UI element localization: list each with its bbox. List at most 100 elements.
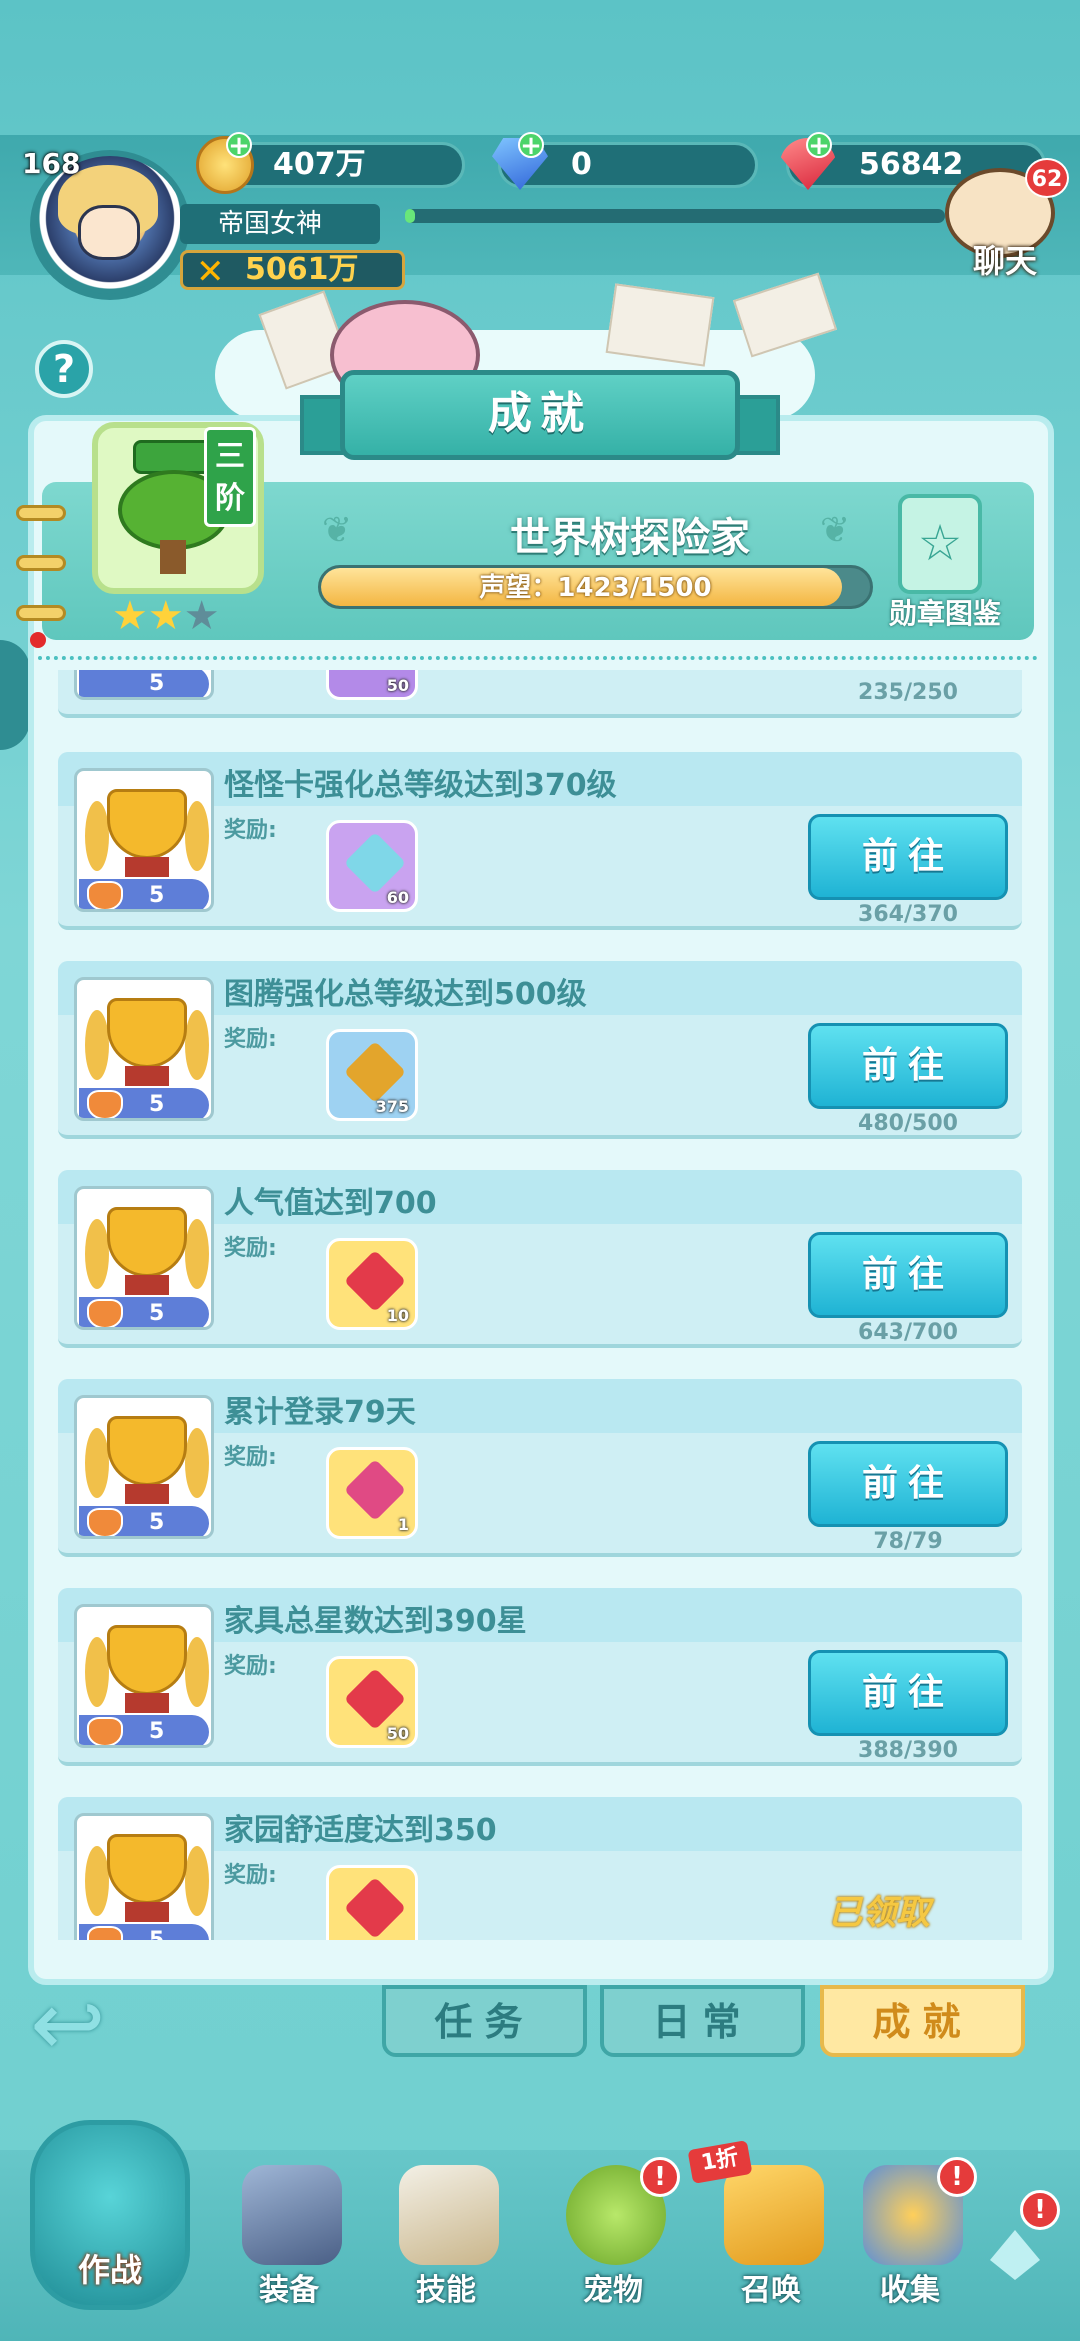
- binder-ring: [16, 555, 66, 571]
- reward-gem: [343, 1458, 407, 1522]
- alert-badge: !: [1020, 2190, 1060, 2230]
- reward-count: 60: [386, 888, 409, 907]
- tab-daily[interactable]: 日常: [600, 1985, 805, 2057]
- prestige-points-icon: [87, 1299, 123, 1327]
- reward-count: 50: [386, 1724, 409, 1743]
- add-diamond-button[interactable]: +: [518, 132, 544, 159]
- prestige-points-icon: [87, 1717, 123, 1745]
- nav-label: 宠物: [583, 2273, 643, 2308]
- treasure-chest-icon[interactable]: 1: [326, 1447, 418, 1539]
- trophy-icon: 5: [74, 1813, 214, 1940]
- achievement-list[interactable]: 5 50 235/250 怪怪卡强化总等级达到370级 奖励: 5 60 前往 364/3…: [42, 670, 1038, 1940]
- chat-label: 聊天: [972, 242, 1037, 280]
- laurel-right: [185, 1637, 209, 1707]
- binder-ring: [16, 505, 66, 521]
- reward-label: 奖励:: [224, 1654, 277, 1679]
- goto-button[interactable]: 前往: [808, 1441, 1008, 1527]
- laurel-right: [185, 1428, 209, 1498]
- reward-gem: [343, 1667, 407, 1731]
- achievement-title: 人气值达到700: [224, 1186, 437, 1221]
- reward-label: 奖励:: [224, 1445, 277, 1470]
- add-ruby-button[interactable]: +: [806, 132, 832, 159]
- watering-can-icon: [133, 440, 215, 474]
- player-name: 帝国女神: [180, 204, 380, 244]
- nav-item-summon[interactable]: 召唤: [706, 2165, 836, 2315]
- tree-trunk: [160, 540, 186, 574]
- reward-count: 50: [386, 676, 409, 695]
- trophy-cup: [107, 1207, 187, 1277]
- trophy-base: [125, 1902, 169, 1922]
- hero-portrait-icon: [78, 205, 140, 260]
- prestige-label: 声望：1423/1500: [479, 573, 712, 603]
- achievement-title: 怪怪卡强化总等级达到370级: [224, 768, 617, 803]
- achievement-row: 图腾强化总等级达到500级 奖励: 5 375 前往 480/500: [58, 961, 1022, 1139]
- goto-button[interactable]: 前往: [808, 1650, 1008, 1736]
- trophy-icon: 5: [74, 768, 214, 912]
- spellbook-icon: [399, 2165, 499, 2265]
- nav-item-collection[interactable]: ! 收集: [845, 2157, 977, 2315]
- divider: [38, 656, 1038, 660]
- alert-badge: !: [640, 2157, 680, 2197]
- claimed-label: 已领取: [828, 1893, 930, 1933]
- laurel-left-icon: ❦: [322, 510, 353, 551]
- tab-achievements[interactable]: 成就: [820, 1985, 1025, 2057]
- achievement-progress: 643/700: [858, 1320, 958, 1345]
- reward-label: 奖励:: [224, 1863, 277, 1888]
- nav-item-pets[interactable]: ! 宠物: [548, 2157, 680, 2315]
- reward-gem: [343, 831, 407, 895]
- trophy-cup: [107, 998, 187, 1068]
- reward-gem: [343, 1876, 407, 1940]
- ruby-gem-icon[interactable]: 10: [326, 1238, 418, 1330]
- trophy-base: [125, 857, 169, 877]
- achievement-title: 图腾强化总等级达到500级: [224, 977, 587, 1012]
- crossed-swords-icon: ✕: [196, 252, 225, 292]
- star-filled-icon: ★: [147, 593, 184, 639]
- medal-book-label[interactable]: 勋章图鉴: [880, 592, 1010, 630]
- laurel-right: [185, 1846, 209, 1916]
- achievement-progress: 388/390: [858, 1738, 958, 1763]
- nav-item-skills[interactable]: 技能: [381, 2165, 511, 2315]
- achievement-row: 人气值达到700 奖励: 5 10 前往 643/700: [58, 1170, 1022, 1348]
- nav-item-equipment[interactable]: 装备: [224, 2165, 354, 2315]
- binder-ring: [16, 605, 66, 621]
- player-level: 168: [22, 147, 81, 180]
- achievement-row: 家具总星数达到390星 奖励: 5 50 前往 388/390: [58, 1588, 1022, 1766]
- cannon-icon: [242, 2165, 342, 2265]
- reward-item[interactable]: 50: [326, 670, 418, 700]
- trophy-icon: 5: [74, 1395, 214, 1539]
- trophy-icon: 5: [74, 977, 214, 1121]
- goto-button[interactable]: 前往: [808, 1023, 1008, 1109]
- paper-decoration: [732, 272, 838, 358]
- laurel-left: [85, 801, 109, 871]
- laurel-right: [185, 1219, 209, 1289]
- trophy-icon: 5: [74, 1604, 214, 1748]
- medal-book-icon[interactable]: ☆: [898, 494, 982, 594]
- goto-button[interactable]: 前往: [808, 814, 1008, 900]
- achievement-title: 家园舒适度达到350: [224, 1813, 497, 1848]
- trophy-base: [125, 1484, 169, 1504]
- back-arrow-icon[interactable]: ↩: [30, 1980, 140, 2075]
- reward-gem: [343, 1249, 407, 1313]
- crystal-cluster-icon[interactable]: 60: [326, 820, 418, 912]
- goto-button[interactable]: 前往: [808, 1232, 1008, 1318]
- ruby-gem-icon[interactable]: [326, 1865, 418, 1940]
- trophy-base: [125, 1275, 169, 1295]
- tab-tasks[interactable]: 任务: [382, 1985, 587, 2057]
- prestige-points-icon: [87, 1508, 123, 1536]
- totem-stone-icon[interactable]: 375: [326, 1029, 418, 1121]
- star-empty-icon: ★: [183, 593, 220, 639]
- experience-bar: [405, 209, 945, 223]
- nav-battle-label[interactable]: 作战: [30, 2245, 190, 2291]
- reward-count: 10: [386, 1306, 409, 1325]
- achievement-points: 5: [79, 670, 209, 697]
- help-button[interactable]: ?: [35, 340, 93, 398]
- achievement-progress: 78/79: [873, 1529, 943, 1554]
- nav-label: 技能: [416, 2273, 476, 2308]
- chat-unread-badge: 62: [1025, 158, 1069, 198]
- trophy-icon: 5: [74, 670, 214, 700]
- laurel-left: [85, 1428, 109, 1498]
- add-gold-button[interactable]: +: [226, 132, 252, 159]
- reward-count: 1: [397, 1515, 409, 1534]
- ruby-gem-icon[interactable]: 50: [326, 1656, 418, 1748]
- side-drawer-handle[interactable]: [0, 640, 30, 750]
